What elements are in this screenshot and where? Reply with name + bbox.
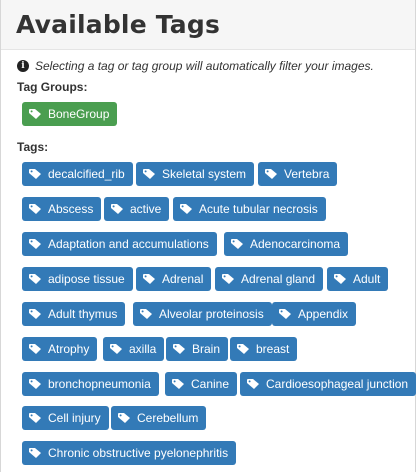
tag-groups-label: Tag Groups: (17, 80, 88, 94)
tag-label: Cell injury (48, 411, 101, 425)
tag-icon (279, 309, 291, 319)
tag-label: Abscess (48, 202, 94, 216)
tag-item[interactable]: Adult (327, 267, 389, 291)
tag-label: active (130, 202, 162, 216)
tag-item[interactable]: Acute tubular necrosis (173, 197, 326, 221)
tag-label: breast (256, 342, 290, 356)
tag-icon (247, 379, 259, 389)
tag-item[interactable]: Adrenal gland (215, 267, 324, 291)
tag-icon (172, 379, 184, 389)
tag-label: BoneGroup (48, 107, 110, 121)
tag-label: Brain (192, 342, 221, 356)
tag-item[interactable]: Adult thymus (22, 302, 126, 326)
tag-icon (29, 109, 41, 119)
tag-item[interactable]: Vertebra (258, 162, 338, 186)
tag-icon (29, 169, 41, 179)
tag-icon (231, 239, 243, 249)
tag-item[interactable]: Cerebellum (111, 406, 207, 430)
tag-label: Appendix (298, 307, 349, 321)
tag-item[interactable]: Alveolar proteinosis (133, 302, 272, 326)
panel-body: i Selecting a tag or tag group will auto… (1, 50, 415, 74)
tag-item[interactable]: Appendix (272, 302, 357, 326)
tag-item[interactable]: Adenocarcinoma (224, 232, 349, 256)
tag-icon (111, 204, 123, 214)
tag-label: Alveolar proteinosis (159, 307, 264, 321)
tag-item[interactable]: Brain (166, 337, 229, 361)
tag-item[interactable]: Cardioesophageal junction (240, 372, 417, 396)
tag-item[interactable]: Adrenal (136, 267, 212, 291)
tag-icon (265, 169, 277, 179)
tag-item[interactable]: bronchopneumonia (22, 372, 159, 396)
tag-item[interactable]: Cell injury (22, 406, 109, 430)
tag-label: Adult (353, 272, 381, 286)
panel-header: Available Tags (1, 0, 415, 50)
info-text: Selecting a tag or tag group will automa… (35, 59, 374, 73)
tag-label: Cardioesophageal junction (266, 377, 409, 391)
tag-icon (29, 344, 41, 354)
tag-label: axilla (129, 342, 157, 356)
info-circle-icon: i (17, 60, 29, 72)
tag-icon (140, 309, 152, 319)
tag-label: adipose tissue (48, 272, 125, 286)
tag-icon (29, 239, 41, 249)
tag-item[interactable]: Skeletal system (136, 162, 255, 186)
tag-icon (110, 344, 122, 354)
tag-item[interactable]: breast (230, 337, 298, 361)
tag-label: Adaptation and accumulations (48, 237, 209, 251)
tag-icon (180, 204, 192, 214)
tag-icon (29, 379, 41, 389)
tag-label: Atrophy (48, 342, 90, 356)
tag-icon (29, 448, 41, 458)
tag-label: bronchopneumonia (48, 377, 151, 391)
info-message: i Selecting a tag or tag group will auto… (17, 58, 415, 74)
tag-icon (29, 309, 41, 319)
tag-icon (118, 413, 130, 423)
tags-panel: Available Tags i Selecting a tag or tag … (0, 0, 417, 472)
tag-label: Acute tubular necrosis (199, 202, 318, 216)
tag-item[interactable]: Chronic obstructive pyelonephritis (22, 441, 237, 465)
tag-item[interactable]: Adaptation and accumulations (22, 232, 217, 256)
tag-label: Skeletal system (162, 167, 247, 181)
tag-group-bonegroup[interactable]: BoneGroup (22, 102, 118, 126)
tag-item[interactable]: decalcified_rib (22, 162, 133, 186)
tag-icon (143, 274, 155, 284)
tag-item[interactable]: Abscess (22, 197, 102, 221)
tag-icon (143, 169, 155, 179)
tags-label: Tags: (17, 140, 49, 154)
tag-label: Canine (191, 377, 230, 391)
tag-icon (29, 204, 41, 214)
tag-icon (334, 274, 346, 284)
tag-item[interactable]: active (104, 197, 170, 221)
page-title: Available Tags (16, 10, 221, 39)
tag-item[interactable]: Canine (165, 372, 238, 396)
tag-label: Adenocarcinoma (250, 237, 341, 251)
tag-label: Adult thymus (48, 307, 118, 321)
tag-label: Cerebellum (137, 411, 199, 425)
tag-label: Chronic obstructive pyelonephritis (48, 446, 229, 460)
tag-item[interactable]: axilla (103, 337, 165, 361)
tag-item[interactable]: Atrophy (22, 337, 98, 361)
tag-icon (29, 413, 41, 423)
tag-label: Adrenal gland (241, 272, 316, 286)
tag-icon (237, 344, 249, 354)
tag-label: Vertebra (284, 167, 330, 181)
tag-label: Adrenal (162, 272, 204, 286)
tag-icon (29, 274, 41, 284)
tag-icon (173, 344, 185, 354)
tag-label: decalcified_rib (48, 167, 125, 181)
tag-item[interactable]: adipose tissue (22, 267, 133, 291)
tag-icon (222, 274, 234, 284)
